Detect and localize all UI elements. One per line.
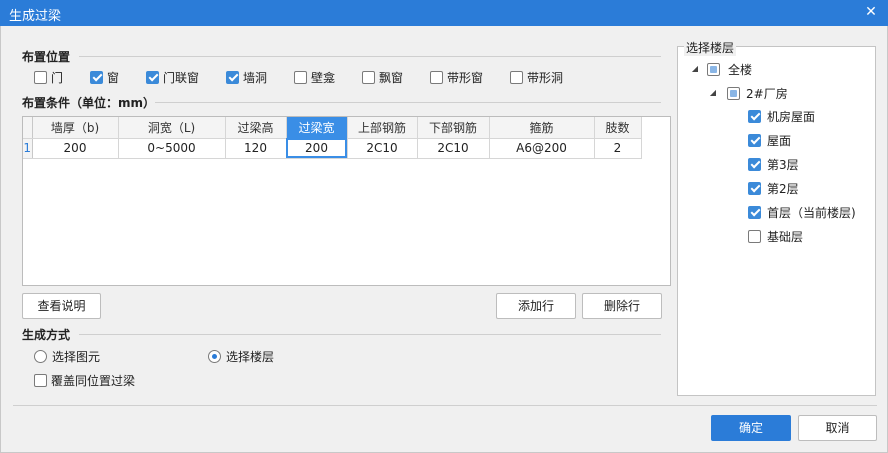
- placement-strip-window[interactable]: 带形窗: [430, 69, 483, 85]
- placement-strip-opening-label: 带形洞: [527, 70, 564, 85]
- overwrite-label: 覆盖同位置过梁: [51, 373, 136, 388]
- tree-floor-item[interactable]: 首层（当前楼层): [748, 204, 856, 220]
- placement-separator: [79, 56, 661, 57]
- checkbox-partial-icon[interactable]: [707, 62, 720, 76]
- placement-title: 布置位置: [22, 50, 71, 64]
- checkbox-partial-icon[interactable]: [727, 86, 740, 100]
- view-help-button[interactable]: 查看说明: [22, 293, 101, 319]
- checkbox-checked-icon[interactable]: [748, 109, 761, 123]
- table-row[interactable]: 1 200 0~5000 120 200 2C10 2C10 A6@200 2: [23, 138, 642, 159]
- checkbox-checked-icon[interactable]: [90, 70, 103, 84]
- conditions-table[interactable]: 墙厚（b) 洞宽（L) 过梁高 过梁宽 上部钢筋 下部钢筋 箍筋 肢数 1 20…: [22, 116, 671, 286]
- placement-niche[interactable]: 壁龛: [294, 69, 335, 85]
- floor-panel-title: 选择楼层: [684, 39, 737, 56]
- tree-collapse-icon[interactable]: ◢: [708, 88, 718, 98]
- checkbox-icon[interactable]: [34, 70, 47, 84]
- placement-wall-opening-label: 墙洞: [243, 70, 268, 85]
- table-header-row: 墙厚（b) 洞宽（L) 过梁高 过梁宽 上部钢筋 下部钢筋 箍筋 肢数: [23, 117, 642, 139]
- placement-window-label: 窗: [107, 70, 120, 85]
- tree-floor-label: 第2层: [767, 181, 799, 196]
- checkbox-icon[interactable]: [748, 229, 761, 243]
- tree-floor-item[interactable]: 第2层: [748, 180, 799, 196]
- close-icon[interactable]: ✕: [862, 3, 880, 21]
- column-header[interactable]: 下部钢筋: [417, 117, 490, 139]
- column-header[interactable]: 过梁高: [225, 117, 287, 139]
- column-header[interactable]: 上部钢筋: [347, 117, 418, 139]
- window-title: 生成过梁: [9, 9, 62, 24]
- tree-floor-item[interactable]: 屋面: [748, 132, 791, 148]
- tree-root-label: 全楼: [728, 62, 753, 77]
- table-cell[interactable]: A6@200: [489, 138, 595, 159]
- placement-strip-opening[interactable]: 带形洞: [510, 69, 563, 85]
- row-index[interactable]: 1: [23, 138, 33, 159]
- delete-row-button[interactable]: 删除行: [582, 293, 662, 319]
- table-cell[interactable]: 120: [225, 138, 287, 159]
- conditions-separator: [155, 102, 661, 103]
- footer-separator: [13, 405, 877, 406]
- tree-floor-label: 基础层: [767, 229, 804, 244]
- column-header[interactable]: 洞宽（L): [118, 117, 226, 139]
- tree-floor-label: 屋面: [767, 133, 792, 148]
- placement-window[interactable]: 窗: [90, 69, 119, 85]
- overwrite-checkbox[interactable]: 覆盖同位置过梁: [34, 372, 135, 388]
- table-cell[interactable]: 2C10: [347, 138, 418, 159]
- tree-floor-label: 第3层: [767, 157, 799, 172]
- tree-floor-label: 首层（当前楼层): [767, 205, 856, 220]
- tree-building[interactable]: 2#厂房: [727, 85, 788, 101]
- title-bar: 生成过梁 ✕: [0, 0, 888, 26]
- placement-door-window-label: 门联窗: [163, 70, 200, 85]
- placement-bay-window[interactable]: 飘窗: [362, 69, 403, 85]
- checkbox-icon[interactable]: [294, 70, 307, 84]
- tree-building-label: 2#厂房: [746, 86, 788, 101]
- column-header-active[interactable]: 过梁宽: [286, 117, 348, 139]
- generate-title: 生成方式: [22, 328, 71, 342]
- row-header-corner: [23, 117, 33, 139]
- checkbox-icon[interactable]: [34, 373, 47, 387]
- generate-separator: [79, 334, 661, 335]
- column-header[interactable]: 箍筋: [489, 117, 595, 139]
- radio-select-floor-label: 选择楼层: [226, 349, 275, 364]
- tree-root-whole-building[interactable]: 全楼: [707, 61, 752, 77]
- checkbox-icon[interactable]: [430, 70, 443, 84]
- table-cell[interactable]: 2: [594, 138, 642, 159]
- checkbox-icon[interactable]: [510, 70, 523, 84]
- tree-floor-label: 机房屋面: [767, 109, 816, 124]
- conditions-title: 布置条件（单位：mm）: [22, 96, 156, 110]
- radio-select-floor[interactable]: 选择楼层: [208, 348, 274, 364]
- table-cell[interactable]: 0~5000: [118, 138, 226, 159]
- tree-floor-item[interactable]: 第3层: [748, 156, 799, 172]
- checkbox-checked-icon[interactable]: [146, 70, 159, 84]
- checkbox-checked-icon[interactable]: [748, 133, 761, 147]
- radio-select-element-label: 选择图元: [52, 349, 101, 364]
- placement-niche-label: 壁龛: [311, 70, 336, 85]
- table-cell[interactable]: 200: [32, 138, 119, 159]
- placement-bay-window-label: 飘窗: [379, 70, 404, 85]
- tree-floor-item[interactable]: 基础层: [748, 228, 803, 244]
- radio-icon[interactable]: [34, 349, 47, 363]
- checkbox-icon[interactable]: [362, 70, 375, 84]
- tree-collapse-icon[interactable]: ◢: [690, 64, 700, 74]
- column-header[interactable]: 肢数: [594, 117, 642, 139]
- placement-door-window[interactable]: 门联窗: [146, 69, 199, 85]
- checkbox-checked-icon[interactable]: [748, 205, 761, 219]
- dialog-body: 布置位置 门 窗 门联窗 墙洞 壁龛 飘窗 带形窗 带形洞 布置条件（单位：mm…: [0, 26, 888, 453]
- radio-selected-icon[interactable]: [208, 349, 221, 363]
- placement-door[interactable]: 门: [34, 69, 63, 85]
- checkbox-checked-icon[interactable]: [748, 181, 761, 195]
- placement-wall-opening[interactable]: 墙洞: [226, 69, 267, 85]
- checkbox-checked-icon[interactable]: [748, 157, 761, 171]
- placement-strip-window-label: 带形窗: [447, 70, 484, 85]
- cancel-button[interactable]: 取消: [798, 415, 877, 441]
- checkbox-checked-icon[interactable]: [226, 70, 239, 84]
- conditions-grid: 墙厚（b) 洞宽（L) 过梁高 过梁宽 上部钢筋 下部钢筋 箍筋 肢数 1 20…: [23, 117, 642, 159]
- table-cell[interactable]: 2C10: [417, 138, 490, 159]
- table-cell-selected[interactable]: 200: [286, 138, 348, 159]
- placement-door-label: 门: [51, 70, 64, 85]
- column-header[interactable]: 墙厚（b): [32, 117, 119, 139]
- radio-select-element[interactable]: 选择图元: [34, 348, 100, 364]
- tree-floor-item[interactable]: 机房屋面: [748, 108, 815, 124]
- ok-button[interactable]: 确定: [711, 415, 791, 441]
- add-row-button[interactable]: 添加行: [496, 293, 576, 319]
